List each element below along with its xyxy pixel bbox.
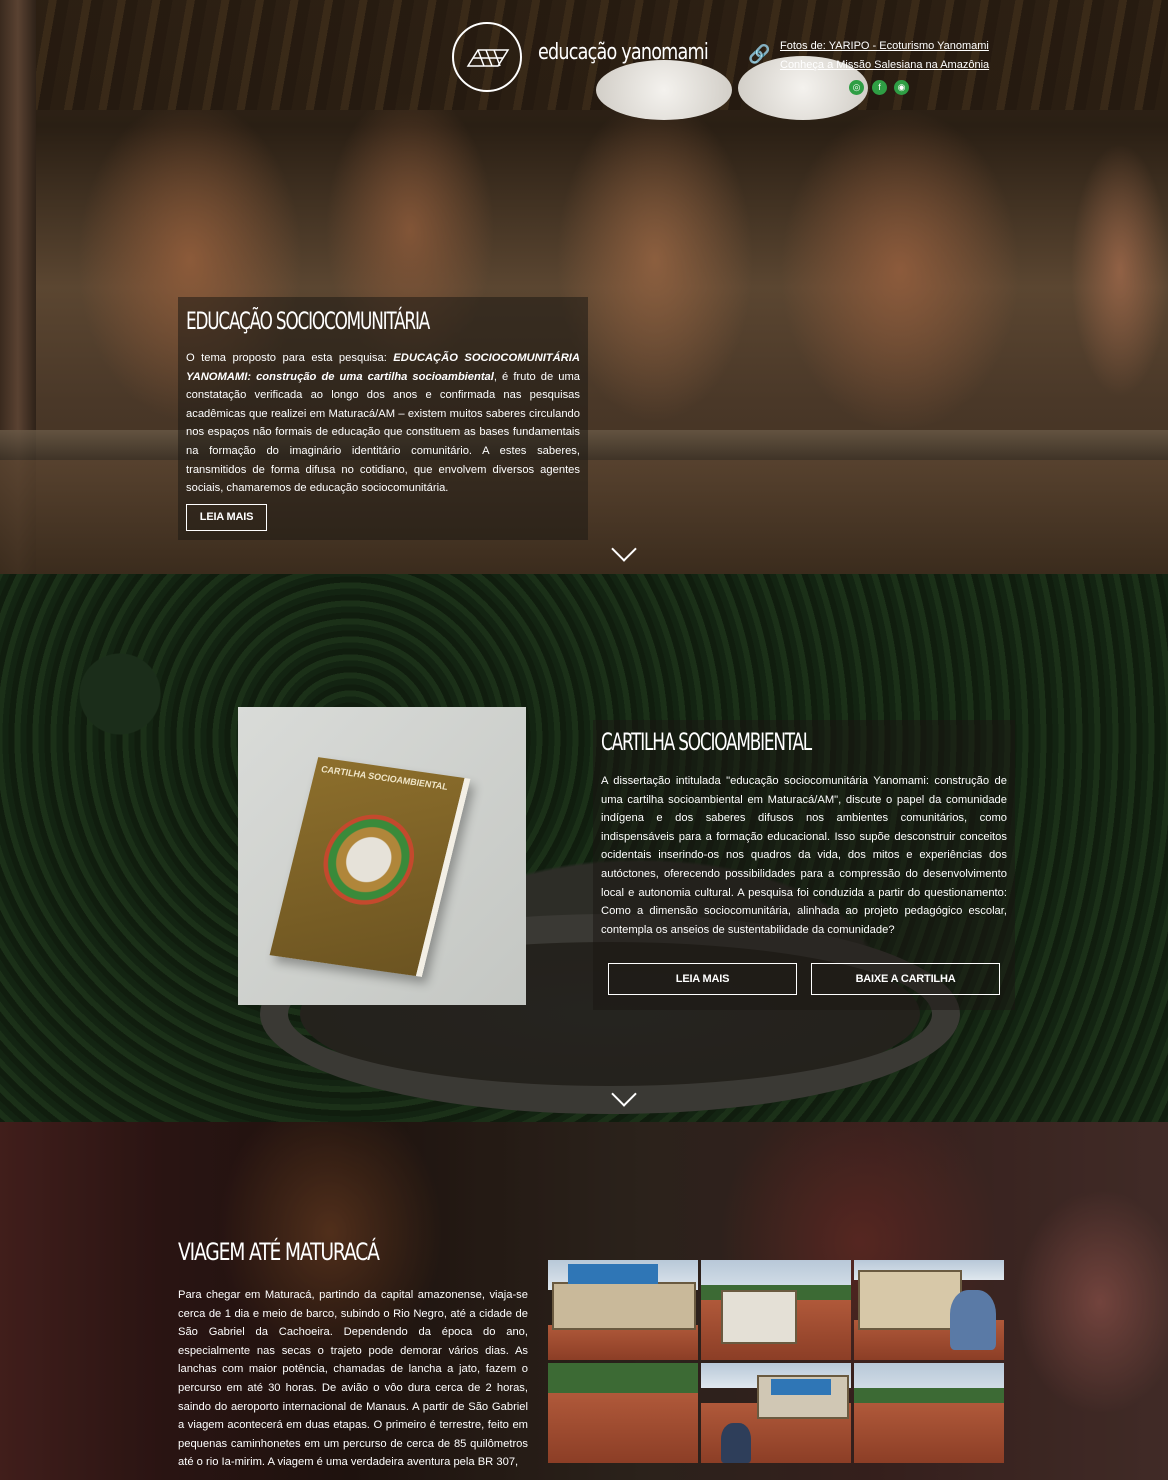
gallery-photo-red-road[interactable]: [854, 1363, 1004, 1463]
cartilha-card: CARTILHA SOCIOAMBIENTAL A dissertação in…: [593, 720, 1015, 1010]
facebook-icon[interactable]: f: [872, 80, 887, 95]
gallery-photo-loaded-truck[interactable]: [701, 1363, 851, 1463]
hero-text-lead: O tema proposto para esta pesquisa:: [186, 352, 394, 364]
mission-link[interactable]: Conheça a Missão Salesiana na Amazônia: [780, 59, 989, 71]
cartilha-title: CARTILHA SOCIOAMBIENTAL: [601, 728, 812, 756]
trip-text: Para chegar em Maturacá, partindo da cap…: [178, 1289, 528, 1469]
hero-title: EDUCAÇÃO SOCIOCOMUNITÁRIA: [186, 307, 430, 335]
booklet-illustration: [313, 808, 424, 911]
hero-section: educação yanomami 🔗 Fotos de: YARIPO - E…: [0, 0, 1168, 574]
hero-text: O tema proposto para esta pesquisa: EDUC…: [186, 349, 580, 498]
gallery-photo-truck-side[interactable]: [548, 1260, 698, 1360]
logo-mark-icon: [466, 49, 510, 67]
cartilha-cover-image: CARTILHA SOCIOAMBIENTAL: [238, 707, 526, 1005]
instagram-icon[interactable]: ◉: [894, 80, 909, 95]
booklet-mockup: CARTILHA SOCIOAMBIENTAL: [269, 757, 471, 977]
site-logo[interactable]: [452, 22, 522, 92]
hero-card: EDUCAÇÃO SOCIOCOMUNITÁRIA O tema propost…: [178, 297, 588, 540]
headdress-photo: [596, 60, 732, 120]
photo-credits-link[interactable]: Fotos de: YARIPO - Ecoturismo Yanomami: [780, 40, 989, 52]
gallery-photo-jeep[interactable]: [701, 1260, 851, 1360]
gallery-photo-muddy-road[interactable]: [548, 1363, 698, 1463]
site-name[interactable]: educação yanomami: [538, 40, 709, 65]
hero-text-rest: , é fruto de uma constatação verificada …: [186, 370, 581, 495]
booklet-title: CARTILHA SOCIOAMBIENTAL: [320, 763, 449, 792]
download-cartilha-button[interactable]: BAIXE A CARTILHA: [811, 963, 1000, 995]
trip-title: VIAGEM ATÉ MATURACÁ: [178, 1238, 380, 1266]
trip-photo-gallery: [548, 1260, 1004, 1463]
gallery-photo-tire-repair[interactable]: [854, 1260, 1004, 1360]
cartilha-read-more-button[interactable]: LEIA MAIS: [608, 963, 797, 995]
hero-read-more-button[interactable]: LEIA MAIS: [186, 504, 267, 531]
cartilha-section: CARTILHA SOCIOAMBIENTAL CARTILHA SOCIOAM…: [0, 574, 1168, 1122]
link-icon: 🔗: [748, 44, 771, 64]
cartilha-text: A dissertação intitulada "educação socio…: [601, 775, 1007, 936]
globe-icon[interactable]: ◎: [849, 80, 864, 95]
trip-section: VIAGEM ATÉ MATURACÁ Para chegar em Matur…: [0, 1122, 1168, 1480]
